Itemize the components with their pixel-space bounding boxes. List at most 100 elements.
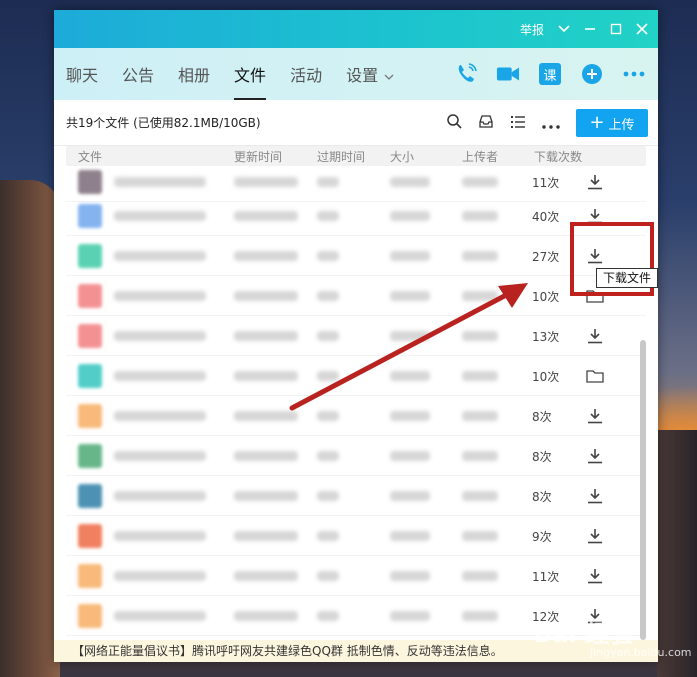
scrollbar[interactable] [640,340,646,640]
file-row[interactable]: 40次 [66,196,646,236]
blurred-cell [234,211,298,221]
file-row[interactable]: 8次 [66,436,646,476]
blurred-cell [317,331,339,341]
video-call-icon[interactable] [496,62,520,86]
download-icon[interactable] [584,565,606,587]
blurred-cell [114,371,206,381]
blurred-cell [317,571,339,581]
inbox-icon[interactable] [478,113,494,133]
tab-settings[interactable]: 设置 [346,48,394,100]
download-count: 40次 [532,210,560,224]
blurred-cell [317,611,339,621]
blurred-cell [462,251,498,261]
blurred-cell [234,451,298,461]
file-thumbnail [78,204,102,228]
download-tooltip: 下载文件 [596,268,659,288]
plus-icon: + [589,112,605,133]
file-thumbnail [78,284,102,308]
group-nav: 聊天 公告 相册 文件 活动 设置 课 [54,48,658,100]
tab-chat[interactable]: 聊天 [66,48,98,100]
classroom-icon[interactable]: 课 [538,62,562,86]
chevron-down-icon [384,65,394,84]
blurred-cell [317,451,339,461]
download-icon[interactable] [584,525,606,547]
add-icon[interactable] [580,62,604,86]
phone-icon[interactable] [454,62,478,86]
blurred-cell [317,177,339,187]
maximize-icon[interactable] [610,23,622,35]
more-icon[interactable] [622,62,646,86]
file-thumbnail [78,444,102,468]
download-icon[interactable] [584,445,606,467]
blurred-cell [234,177,298,187]
download-icon[interactable] [584,485,606,507]
blurred-cell [234,611,298,621]
file-row[interactable]: 9次 [66,516,646,556]
download-count: 27次 [532,250,560,264]
blurred-cell [234,571,298,581]
file-row[interactable]: 8次 [66,476,646,516]
file-thumbnail [78,524,102,548]
blurred-cell [317,491,339,501]
blurred-cell [462,211,498,221]
file-row[interactable]: 11次 [66,556,646,596]
file-thumbnail [78,404,102,428]
blurred-cell [234,491,298,501]
file-row[interactable]: 13次 [66,316,646,356]
blurred-cell [462,451,498,461]
upload-button[interactable]: + 上传 [576,109,648,137]
blurred-cell [462,291,498,301]
column-header-file[interactable]: 文件 [78,148,102,165]
download-count: 8次 [532,450,552,464]
blurred-cell [114,571,206,581]
download-icon[interactable] [584,325,606,347]
watermark-logo: Bai 经验 [534,620,634,648]
blurred-cell [462,531,498,541]
blurred-cell [390,451,430,461]
column-header-uploader[interactable]: 上传者 [462,148,498,165]
blurred-cell [462,177,498,187]
file-row[interactable]: 27次 [66,236,646,276]
blurred-cell [390,251,430,261]
file-thumbnail [78,564,102,588]
tab-files[interactable]: 文件 [234,48,267,100]
blurred-cell [114,451,206,461]
close-icon[interactable] [636,23,648,35]
list-view-icon[interactable] [510,114,526,133]
column-header-updated[interactable]: 更新时间 [234,148,282,165]
file-list: 11次 40次 27次 10次 13次 10次 8次 8次 8次 9次 11次 12次 [66,166,646,636]
file-row[interactable]: 10次 [66,276,646,316]
blurred-cell [317,531,339,541]
watermark-url: jingyan.baidu.com [590,646,692,659]
chevron-down-icon[interactable] [558,25,570,33]
blurred-cell [462,331,498,341]
blurred-cell [462,611,498,621]
blurred-cell [234,291,298,301]
minimize-icon[interactable] [584,23,596,35]
tab-label: 活动 [290,66,323,85]
download-count: 10次 [532,290,560,304]
download-icon[interactable] [584,171,606,193]
blurred-cell [317,211,339,221]
tab-label: 相册 [178,66,211,85]
title-bar[interactable]: 举报 [54,10,658,48]
report-link[interactable]: 举报 [520,21,544,38]
file-thumbnail [78,604,102,628]
download-icon[interactable] [584,405,606,427]
file-row[interactable]: 10次 [66,356,646,396]
tab-announcement[interactable]: 公告 [122,48,154,100]
search-icon[interactable] [446,113,462,133]
more-icon[interactable] [542,114,560,133]
blurred-cell [462,371,498,381]
column-header-size[interactable]: 大小 [390,148,414,165]
file-row[interactable]: 8次 [66,396,646,436]
folder-icon[interactable] [584,365,606,387]
column-header-expires[interactable]: 过期时间 [317,148,365,165]
tab-album[interactable]: 相册 [178,48,210,100]
blurred-cell [114,411,206,421]
column-header-downloads[interactable]: 下载次数 [534,148,582,165]
blurred-cell [114,531,206,541]
blurred-cell [114,251,206,261]
tab-activity[interactable]: 活动 [290,48,322,100]
download-count: 8次 [532,410,552,424]
